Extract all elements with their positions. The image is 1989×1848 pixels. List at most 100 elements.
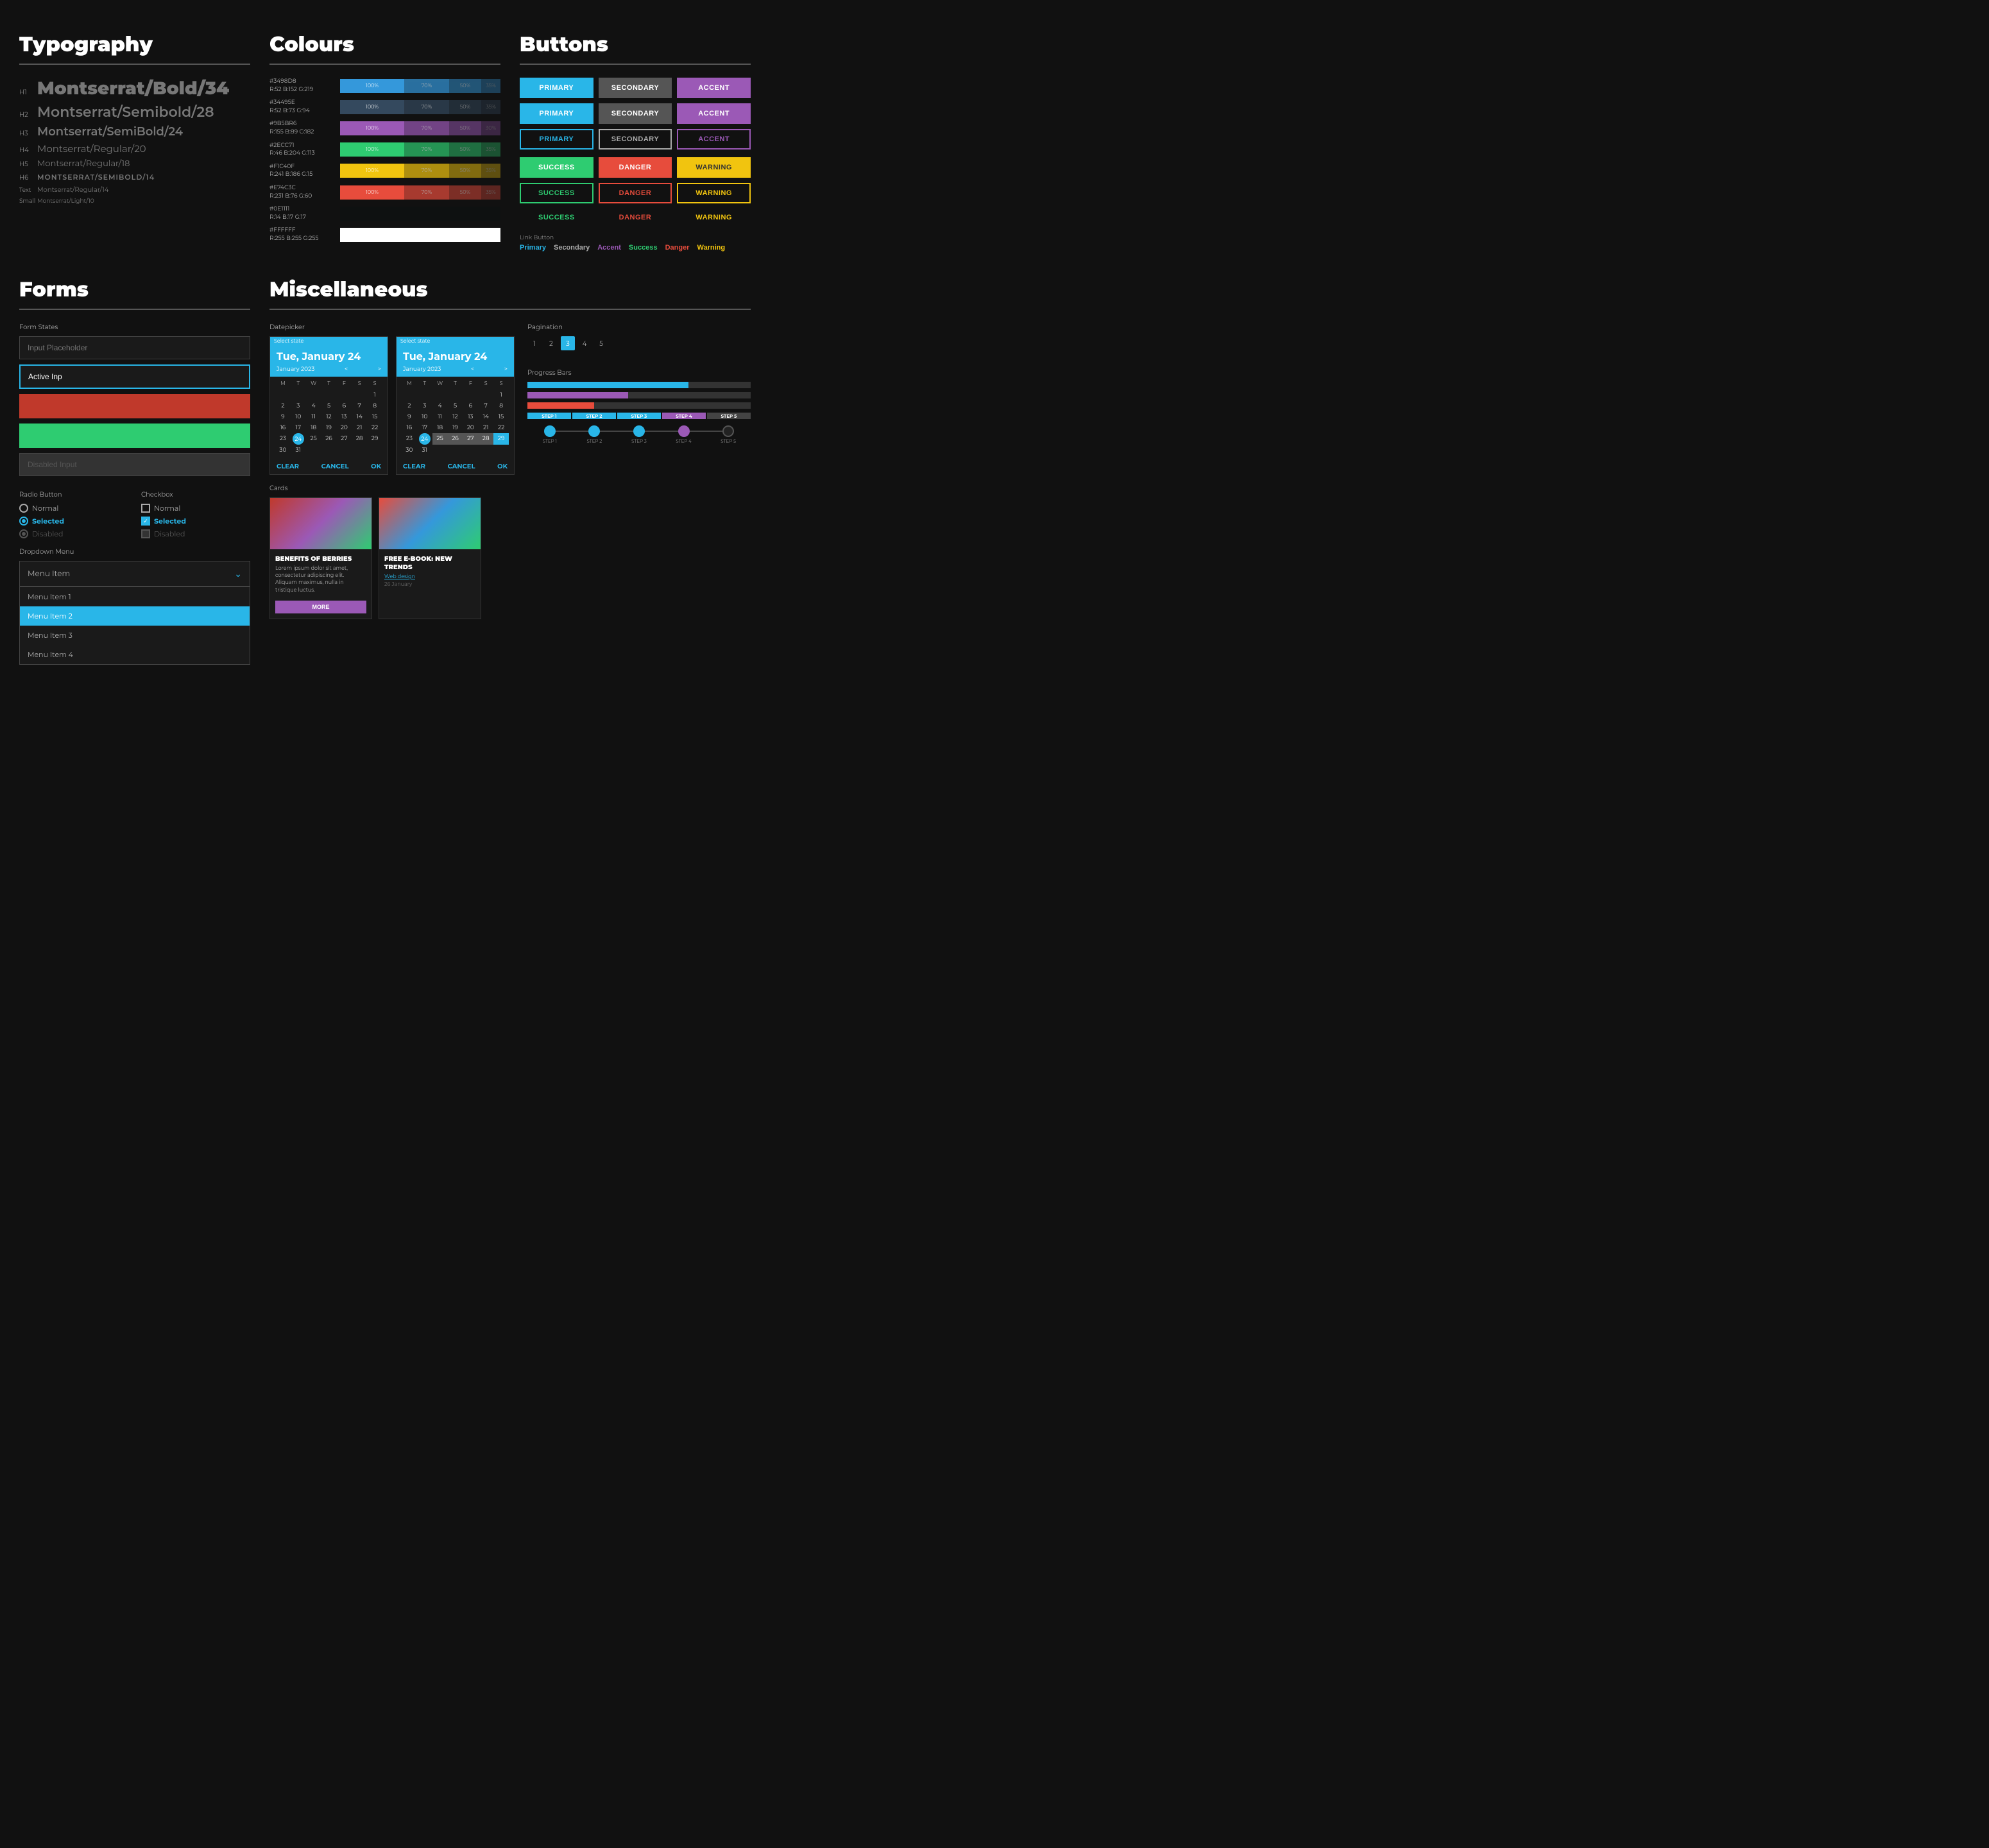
primary-filled-button-2[interactable]: PRIMARY	[520, 103, 593, 124]
link-button[interactable]: Accent	[597, 244, 621, 252]
typo-small-text: Montserrat/Light/10	[37, 198, 94, 205]
radio-group: Normal Selected Disabled	[19, 504, 128, 538]
page-item[interactable]: 1	[527, 336, 542, 350]
dp1-prev[interactable]: <	[345, 366, 348, 373]
dp1-ok[interactable]: OK	[371, 462, 381, 470]
progress-step-bar-item: STEP 1	[527, 413, 571, 419]
dp2-next[interactable]: >	[504, 366, 508, 373]
buttons-title: Buttons	[520, 32, 751, 57]
page-item[interactable]: 3	[561, 336, 575, 350]
typo-small-label: Small	[19, 198, 37, 205]
progress-bar-container	[527, 382, 751, 388]
dp1-next[interactable]: >	[378, 366, 381, 373]
dropdown-item-1[interactable]: Menu Item 1	[20, 587, 250, 606]
step-circle	[588, 425, 600, 437]
secondary-filled-button[interactable]: SECONDARY	[599, 78, 672, 98]
dropdown-select[interactable]: Menu Item ⌄	[19, 561, 250, 586]
typo-h6-row: H6 MONTSERRAT/SEMIBOLD/14	[19, 173, 250, 182]
secondary-filled-button-2[interactable]: SECONDARY	[599, 103, 672, 124]
step-item: STEP 3	[617, 425, 662, 444]
warning-ghost-button[interactable]: WARNING	[677, 209, 751, 227]
typo-h3-row: H3 Montserrat/SemiBold/24	[19, 124, 250, 139]
primary-outlined-button[interactable]: PRIMARY	[520, 129, 593, 150]
radio-selected[interactable]: Selected	[19, 517, 128, 526]
dp2-prev[interactable]: <	[471, 366, 474, 373]
link-button[interactable]: Secondary	[554, 244, 590, 252]
pagination-section: Pagination 12345	[527, 323, 751, 350]
progress-steps: STEP 1STEP 2STEP 3STEP 4STEP 5	[527, 425, 751, 444]
card-books-link[interactable]: Web design	[384, 574, 475, 580]
progress-bar-container	[527, 392, 751, 398]
danger-ghost-button[interactable]: DANGER	[599, 209, 672, 227]
link-button[interactable]: Danger	[665, 244, 690, 252]
typo-h1-label: H1	[19, 88, 37, 96]
typo-h2-row: H2 Montserrat/Semibold/28	[19, 103, 250, 121]
primary-filled-button[interactable]: PRIMARY	[520, 78, 593, 98]
page-item[interactable]: 5	[594, 336, 608, 350]
card-berries-btn[interactable]: MORE	[275, 601, 366, 613]
progress-step-bar-item: STEP 5	[707, 413, 751, 419]
accent-filled-button[interactable]: ACCENT	[677, 78, 751, 98]
success-filled-button[interactable]: SUCCESS	[520, 157, 593, 178]
dp1-clear[interactable]: CLEAR	[277, 462, 299, 470]
dp1-state: Select state	[270, 337, 388, 346]
dropdown-item-2[interactable]: Menu Item 2	[20, 606, 250, 626]
colour-row: #3498D8R:52 B:152 G:219100%70%50%35%	[269, 78, 500, 94]
input-error[interactable]	[19, 394, 250, 418]
dropdown-label: Dropdown Menu	[19, 547, 250, 556]
checkbox-group-container: Checkbox Normal Selected Disabled	[141, 481, 250, 538]
dp2-cancel[interactable]: CANCEL	[448, 462, 475, 470]
checkbox-disabled: Disabled	[141, 529, 250, 538]
typo-h5-text: Montserrat/Regular/18	[37, 158, 130, 169]
link-button[interactable]: Warning	[697, 244, 725, 252]
colour-row: #FFFFFFR:255 B:255 G:255	[269, 227, 500, 243]
progress-step-bar: STEP 1STEP 2STEP 3STEP 4STEP 5	[527, 413, 751, 419]
radio-selected-label: Selected	[32, 517, 64, 526]
input-placeholder[interactable]	[19, 336, 250, 359]
dp1-grid: MTWTFSS 1 2345678 9101112131415 16171819…	[270, 377, 388, 458]
checkbox-box-disabled	[141, 529, 150, 538]
accent-outlined-button[interactable]: ACCENT	[677, 129, 751, 150]
colour-row: #F1C40FR:241 B:186 G:15100%70%50%35%	[269, 163, 500, 179]
misc-right: Pagination 12345 Progress Bars STEP 1STE…	[527, 323, 751, 619]
checkbox-normal[interactable]: Normal	[141, 504, 250, 513]
checkbox-selected[interactable]: Selected	[141, 517, 250, 526]
link-button[interactable]: Primary	[520, 244, 546, 252]
warning-outlined-button[interactable]: WARNING	[677, 183, 751, 203]
step-item: STEP 1	[527, 425, 572, 444]
link-button[interactable]: Success	[629, 244, 658, 252]
card-books-img	[379, 498, 481, 549]
dp2-ok[interactable]: OK	[497, 462, 508, 470]
success-ghost-button[interactable]: SUCCESS	[520, 209, 593, 227]
input-success[interactable]	[19, 424, 250, 448]
danger-outlined-button[interactable]: DANGER	[599, 183, 672, 203]
form-states-label: Form States	[19, 323, 250, 331]
accent-filled-button-2[interactable]: ACCENT	[677, 103, 751, 124]
cards-label: Cards	[269, 484, 515, 492]
page-item[interactable]: 4	[577, 336, 592, 350]
card-berries: BENEFITS OF BERRIES Lorem ipsum dolor si…	[269, 497, 372, 619]
page-item[interactable]: 2	[544, 336, 558, 350]
dropdown-menu: Menu Item 1 Menu Item 2 Menu Item 3 Menu…	[19, 586, 250, 665]
step-item: STEP 2	[572, 425, 617, 444]
dp2-clear[interactable]: CLEAR	[403, 462, 425, 470]
success-outlined-button[interactable]: SUCCESS	[520, 183, 593, 203]
buttons-status-grid: SUCCESS DANGER WARNING SUCCESS DANGER WA…	[520, 157, 751, 227]
danger-filled-button[interactable]: DANGER	[599, 157, 672, 178]
input-active[interactable]	[19, 364, 250, 389]
card-books-content: FREE E-BOOK: NEW TRENDS Web design 26 Ja…	[379, 549, 481, 593]
step-label: STEP 3	[631, 438, 647, 444]
step-circle	[678, 425, 690, 437]
step-circle	[722, 425, 734, 437]
radio-group-container: Radio Button Normal Selected Disabled	[19, 481, 128, 538]
dp1-cancel[interactable]: CANCEL	[321, 462, 349, 470]
dropdown-item-4[interactable]: Menu Item 4	[20, 645, 250, 664]
warning-filled-button[interactable]: WARNING	[677, 157, 751, 178]
secondary-outlined-button[interactable]: SECONDARY	[599, 129, 672, 150]
step-circle	[633, 425, 645, 437]
dropdown-item-3[interactable]: Menu Item 3	[20, 626, 250, 645]
pagination: 12345	[527, 336, 751, 350]
dp2-nav: January 2023 < >	[397, 366, 514, 377]
progress-bars-container	[527, 382, 751, 409]
radio-normal[interactable]: Normal	[19, 504, 128, 513]
